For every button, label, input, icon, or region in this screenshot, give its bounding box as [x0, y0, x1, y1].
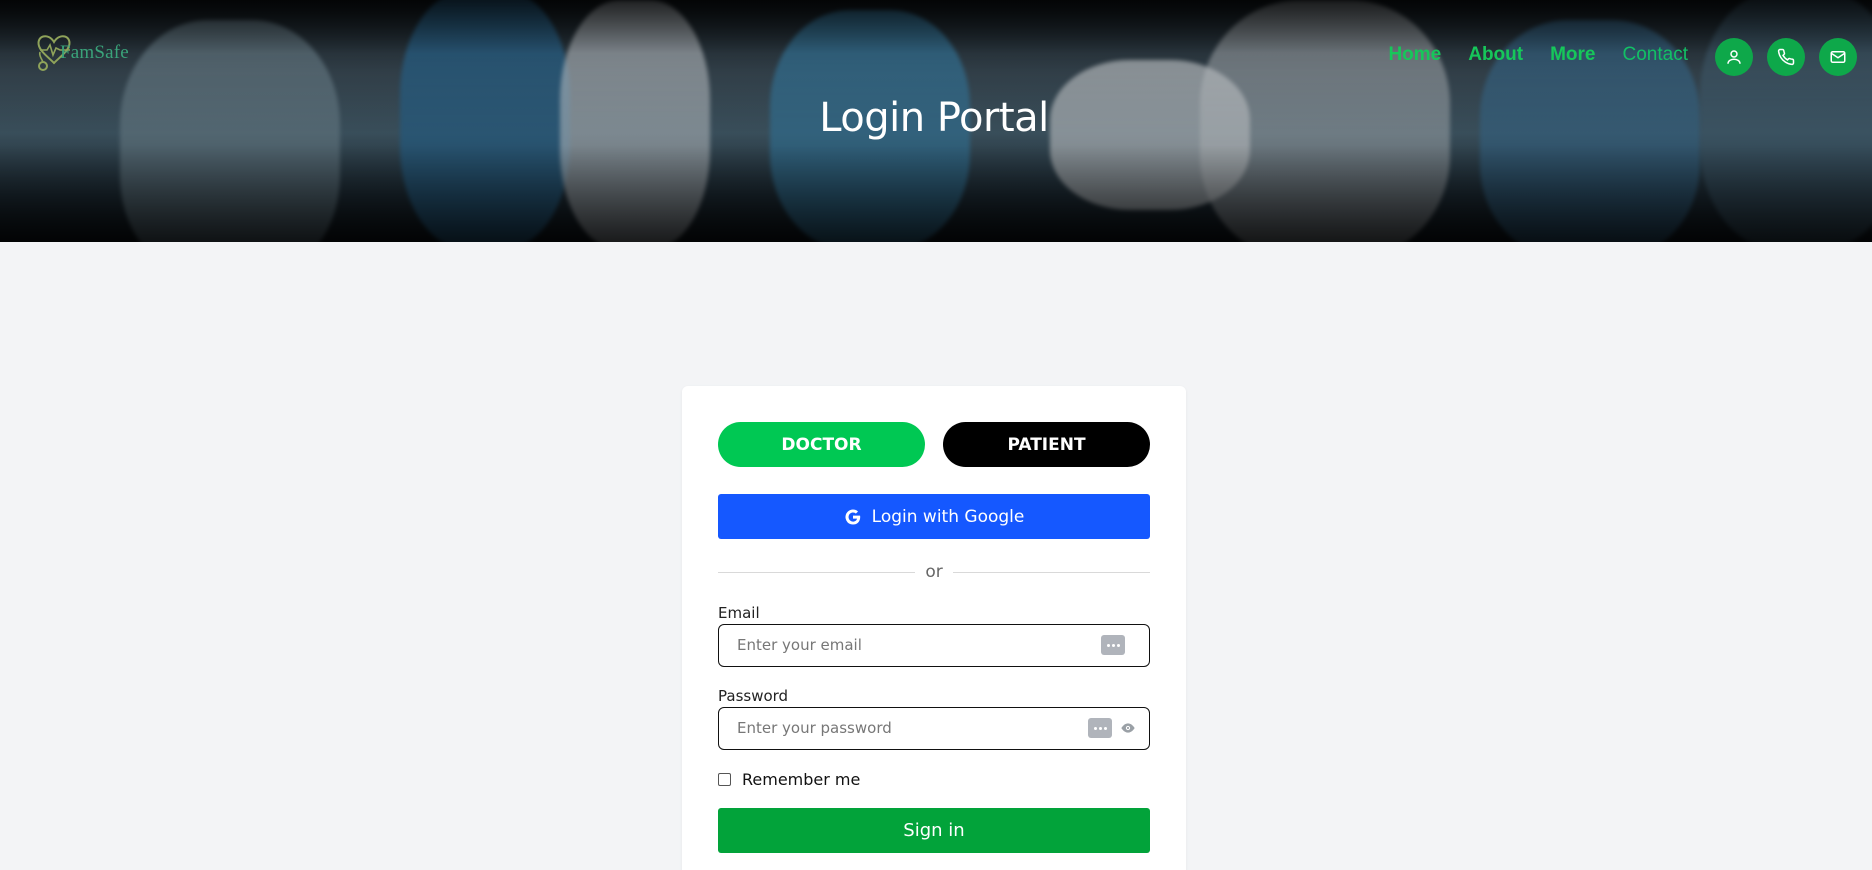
email-field-wrapper — [718, 624, 1150, 667]
divider-line — [718, 571, 916, 573]
main-nav: Home About More Contact — [1388, 36, 1872, 76]
logo-text: FamSafe — [60, 42, 129, 63]
phone-icon — [1777, 48, 1795, 66]
eye-icon[interactable] — [1119, 720, 1137, 736]
divider-line — [952, 571, 1151, 573]
phone-button[interactable] — [1767, 38, 1805, 76]
email-input[interactable] — [737, 625, 1077, 665]
nav-about[interactable]: About — [1468, 44, 1523, 66]
mail-button[interactable] — [1819, 38, 1857, 76]
profile-button[interactable] — [1715, 38, 1753, 76]
password-label: Password — [718, 687, 789, 705]
hero-header: FamSafe Home About More Contact Login Po… — [0, 0, 1872, 242]
patient-role-button[interactable]: PATIENT — [943, 422, 1150, 467]
mail-icon — [1830, 51, 1846, 63]
google-login-button[interactable]: Login with Google — [718, 494, 1150, 539]
or-divider: or — [718, 560, 1151, 584]
nav-more[interactable]: More — [1550, 44, 1595, 66]
page-title: Login Portal — [819, 95, 1049, 141]
doctor-role-button[interactable]: DOCTOR — [718, 422, 925, 467]
password-manager-icon[interactable] — [1101, 635, 1125, 655]
remember-me-checkbox[interactable] — [718, 773, 731, 786]
sign-in-button[interactable]: Sign in — [718, 808, 1150, 853]
login-card: DOCTOR PATIENT Login with Google or Emai… — [682, 386, 1186, 870]
nav-contact[interactable]: Contact — [1623, 44, 1688, 66]
nav-home[interactable]: Home — [1388, 44, 1441, 66]
password-field-wrapper — [718, 707, 1150, 750]
logo[interactable]: FamSafe — [34, 30, 144, 72]
google-login-label: Login with Google — [871, 506, 1025, 527]
remember-me-row: Remember me — [718, 770, 860, 789]
user-icon — [1727, 50, 1741, 64]
google-icon — [845, 509, 860, 524]
password-input[interactable] — [737, 708, 1077, 748]
email-label: Email — [718, 604, 760, 622]
divider-text: or — [925, 562, 943, 582]
remember-me-label: Remember me — [742, 770, 861, 789]
password-manager-icon[interactable] — [1088, 718, 1112, 738]
